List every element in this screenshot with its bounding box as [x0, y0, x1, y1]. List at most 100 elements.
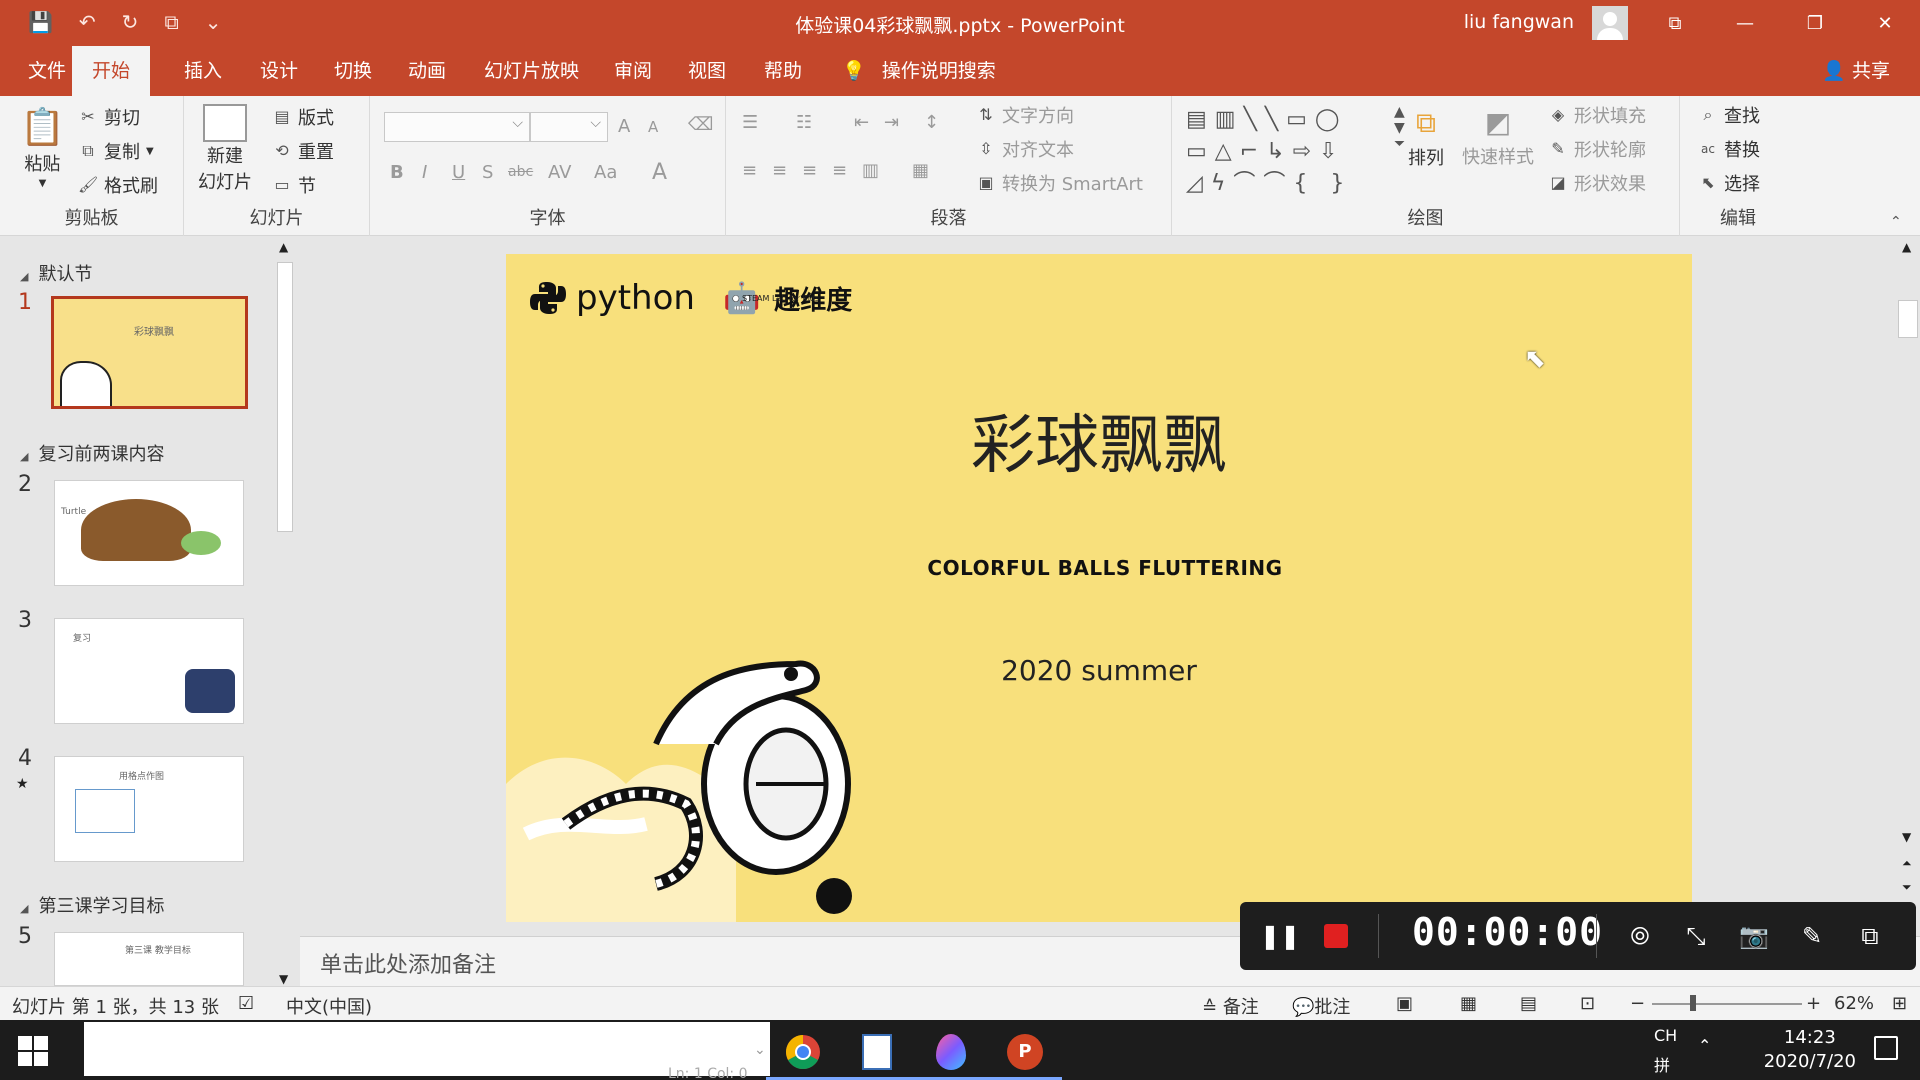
clear-format-icon[interactable]: ⌫ — [688, 114, 713, 135]
slide-thumbnail-4[interactable]: 用格点作图 — [54, 756, 244, 862]
align-left-icon[interactable]: ≡ — [742, 160, 757, 181]
section-header[interactable]: 第三课学习目标 — [20, 892, 164, 918]
notes-placeholder[interactable]: 单击此处添加备注 — [320, 947, 496, 979]
slide-title[interactable]: 彩球飘飘 — [506, 394, 1692, 486]
tab-transitions[interactable]: 切换 — [332, 46, 374, 96]
char-spacing-button[interactable]: AV — [548, 162, 571, 183]
new-slide-button[interactable]: 新建 幻灯片 — [198, 104, 252, 194]
share-button[interactable]: 👤 共享 — [1822, 46, 1890, 96]
minimize-button[interactable]: — — [1710, 0, 1780, 46]
tab-help[interactable]: 帮助 — [762, 46, 804, 96]
normal-view-icon[interactable]: ▣ — [1396, 993, 1413, 1014]
text-direction-button[interactable]: ⇅ 文字方向 — [976, 102, 1074, 128]
zoom-slider[interactable] — [1652, 1003, 1802, 1005]
underline-button[interactable]: U — [452, 162, 465, 183]
columns-icon[interactable]: ▦ — [912, 160, 929, 181]
system-clock[interactable]: 14:23 2020/7/20 — [1764, 1026, 1856, 1074]
zoom-level[interactable]: 62% — [1834, 993, 1874, 1014]
zoom-slider-thumb[interactable] — [1690, 995, 1696, 1011]
smartart-button[interactable]: ▣ 转换为 SmartArt — [976, 170, 1143, 196]
fit-to-window-icon[interactable]: ⊞ — [1892, 993, 1907, 1014]
slide-thumbnail-3[interactable]: 复习 — [54, 618, 244, 724]
input-language[interactable]: CH — [1654, 1026, 1677, 1045]
ribbon-display-options-icon[interactable]: ⧉ — [1640, 0, 1710, 46]
slide-thumbnail-2[interactable]: Turtle — [54, 480, 244, 586]
powerpoint-app-icon[interactable]: P — [988, 1026, 1062, 1080]
pen-icon[interactable]: ✎ — [1792, 916, 1832, 956]
scrollbar-thumb[interactable] — [277, 262, 293, 532]
reset-button[interactable]: ⟲ 重置 — [272, 138, 334, 164]
shape-effects-button[interactable]: ◪ 形状效果 — [1548, 170, 1646, 196]
comments-toggle[interactable]: 💬批注 — [1292, 993, 1350, 1019]
justify-icon[interactable]: ≡ — [832, 160, 847, 181]
close-button[interactable]: ✕ — [1850, 0, 1920, 46]
scrollbar-thumb[interactable] — [1898, 300, 1918, 338]
minimize-recorder-icon[interactable]: ⤡ — [1676, 916, 1716, 956]
popout-icon[interactable]: ⧉ — [1850, 916, 1890, 956]
tell-me-search[interactable]: 💡 操作说明搜索 — [840, 46, 998, 96]
cut-button[interactable]: ✂ 剪切 — [78, 104, 140, 130]
notification-icon[interactable] — [1874, 1036, 1898, 1060]
collapse-ribbon-icon[interactable]: ⌃ — [1890, 214, 1902, 230]
slide-scrollbar[interactable]: ▲ ▼ ⏶ ⏷ — [1896, 236, 1920, 906]
zoom-out-button[interactable]: − — [1630, 993, 1645, 1014]
previous-slide-icon[interactable]: ⏶ — [1902, 856, 1912, 871]
paint-app-icon[interactable] — [914, 1026, 988, 1080]
slide-subtitle[interactable]: COLORFUL BALLS FLUTTERING — [506, 556, 1692, 580]
tab-view[interactable]: 视图 — [686, 46, 728, 96]
decrease-indent-icon[interactable]: ⇤ — [854, 112, 869, 133]
slide-thumbnail-5[interactable]: 第三课 教学目标 — [54, 932, 244, 986]
tab-animations[interactable]: 动画 — [406, 46, 448, 96]
numbering-icon[interactable]: ☷ — [796, 112, 812, 133]
paste-button[interactable]: 📋 粘贴 ▼ — [20, 106, 65, 189]
replace-button[interactable]: ac 替换 — [1698, 136, 1760, 162]
shrink-font-button[interactable]: A — [648, 118, 658, 136]
select-button[interactable]: ⬉ 选择 — [1698, 170, 1760, 196]
grow-font-button[interactable]: A — [618, 116, 630, 137]
thumbnail-scrollbar[interactable]: ▲ ▼ — [274, 240, 296, 986]
font-size-combo[interactable] — [530, 112, 608, 142]
section-header[interactable]: 复习前两课内容 — [20, 440, 164, 466]
notes-toggle[interactable]: ≙ 备注 — [1202, 993, 1259, 1019]
change-case-button[interactable]: Aa — [594, 162, 617, 183]
copy-button[interactable]: ⧉ 复制 ▼ — [78, 138, 153, 164]
shape-fill-button[interactable]: ◈ 形状填充 — [1548, 102, 1646, 128]
bullets-icon[interactable]: ☰ — [742, 112, 758, 133]
quick-styles-button[interactable]: ◩ 快速样式 — [1462, 106, 1534, 169]
python-app-icon[interactable] — [840, 1026, 914, 1080]
align-text-button[interactable]: ⇳ 对齐文本 — [976, 136, 1074, 162]
chevron-up-icon[interactable]: ⌃ — [1698, 1036, 1711, 1055]
strikethrough-button[interactable]: abc — [508, 164, 533, 180]
stop-button[interactable] — [1316, 916, 1356, 956]
shapes-gallery[interactable]: ▤▥╲╲▭◯ ▭△⌐↳⇨⇩ ◿ϟ⌒⌒{ } — [1186, 104, 1386, 204]
increase-indent-icon[interactable]: ⇥ — [884, 112, 899, 133]
zoom-in-button[interactable]: + — [1806, 993, 1821, 1014]
gallery-scroll[interactable]: ▲ ▼ ⏷ — [1394, 104, 1405, 152]
line-spacing-icon[interactable]: ↕ — [924, 112, 939, 133]
scroll-down-icon[interactable]: ▼ — [1902, 830, 1911, 844]
tab-design[interactable]: 设计 — [258, 46, 300, 96]
ime-indicator[interactable]: 拼 — [1654, 1052, 1670, 1076]
arrange-button[interactable]: ⧉ 排列 — [1408, 106, 1444, 170]
scroll-up-icon[interactable]: ▲ — [1902, 240, 1911, 254]
current-slide[interactable]: python 🤖 趣维度 STEAM Lab for Kids 彩球飘飘 COL… — [506, 254, 1692, 922]
slide-sorter-icon[interactable]: ▦ — [1460, 993, 1477, 1014]
avatar[interactable] — [1592, 6, 1628, 40]
shape-outline-button[interactable]: ✎ 形状轮廓 — [1548, 136, 1646, 162]
scroll-up-icon[interactable]: ▲ — [279, 240, 288, 254]
next-slide-icon[interactable]: ⏷ — [1902, 880, 1912, 895]
bold-button[interactable]: B — [390, 162, 404, 183]
layout-button[interactable]: ▤ 版式 — [272, 104, 334, 130]
format-painter-button[interactable]: 🖌 格式刷 — [78, 172, 158, 198]
tab-insert[interactable]: 插入 — [182, 46, 224, 96]
restore-button[interactable]: ❐ — [1780, 0, 1850, 46]
find-button[interactable]: ⌕ 查找 — [1698, 102, 1760, 128]
slideshow-icon[interactable]: ⊡ — [1580, 993, 1595, 1014]
chrome-app-icon[interactable] — [766, 1026, 840, 1080]
font-family-combo[interactable] — [384, 112, 530, 142]
tab-file[interactable]: 文件 — [26, 46, 68, 96]
user-name[interactable]: liu fangwan — [1464, 11, 1574, 33]
language-indicator[interactable]: 中文(中国) — [286, 993, 372, 1019]
align-right-icon[interactable]: ≡ — [802, 160, 817, 181]
windows-start-icon[interactable] — [18, 1036, 48, 1066]
